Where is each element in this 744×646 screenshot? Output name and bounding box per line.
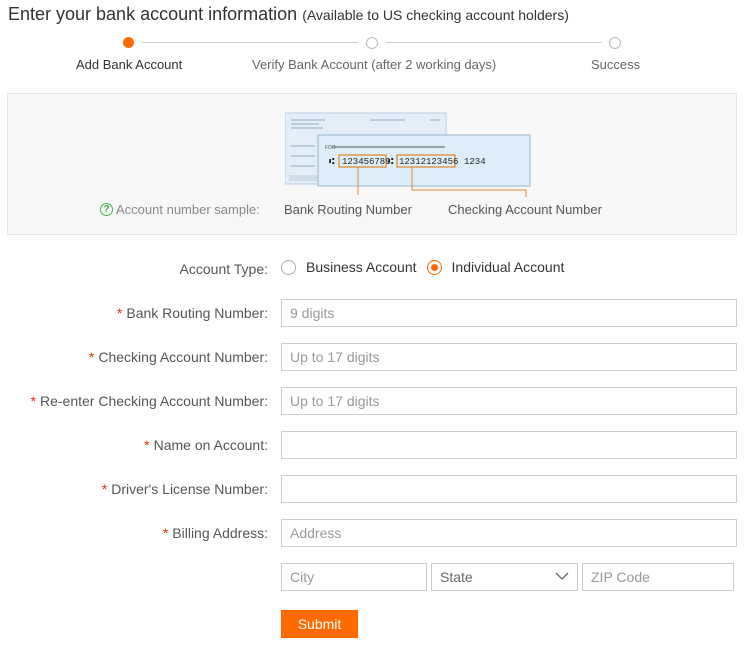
radio-business-account[interactable] xyxy=(281,259,296,275)
city-input[interactable] xyxy=(281,563,427,591)
business-account-label[interactable]: Business Account xyxy=(306,259,417,275)
state-select-value: State xyxy=(440,569,473,585)
billing-address-input[interactable] xyxy=(281,519,737,547)
account-type-radio-group: Business Account Individual Account xyxy=(281,259,574,275)
account-sample-label: ? Account number sample: xyxy=(100,202,260,217)
checking-account-label: * Checking Account Number: xyxy=(89,349,268,365)
required-asterisk: * xyxy=(116,305,123,321)
required-asterisk: * xyxy=(162,525,169,541)
checking-account-input[interactable] xyxy=(281,343,737,371)
svg-text:FOR: FOR xyxy=(325,145,336,151)
account-caption: Checking Account Number xyxy=(448,202,602,217)
reenter-checking-input[interactable] xyxy=(281,387,737,415)
step-dot-verify xyxy=(366,37,378,49)
sample-account-digits: 12312123456 xyxy=(399,157,458,167)
routing-number-input[interactable] xyxy=(281,299,737,327)
checking-account-label-text: Checking Account Number: xyxy=(98,349,268,365)
svg-text:⑆: ⑆ xyxy=(388,157,394,167)
step-dot-success xyxy=(609,37,621,49)
step-label-success: Success xyxy=(591,57,641,72)
sample-check-number: 1234 xyxy=(464,157,486,167)
drivers-license-label: * Driver's License Number: xyxy=(102,481,268,497)
name-on-account-input[interactable] xyxy=(281,431,737,459)
routing-number-label: * Bank Routing Number: xyxy=(117,305,268,321)
account-type-label: Account Type: xyxy=(179,261,268,277)
state-select[interactable]: State xyxy=(431,563,578,591)
sample-check-image: FOR ⑆ 123456789 ⑆ 12312123456 1234 xyxy=(285,112,531,197)
drivers-license-input[interactable] xyxy=(281,475,737,503)
zip-code-input[interactable] xyxy=(582,563,734,591)
billing-address-label: * Billing Address: xyxy=(163,525,268,541)
reenter-checking-label-text: Re-enter Checking Account Number: xyxy=(40,393,268,409)
sample-label-text: Account number sample: xyxy=(116,202,260,217)
account-sample-panel: FOR ⑆ 123456789 ⑆ 12312123456 1234 ? Acc… xyxy=(7,93,737,235)
page-title: Enter your bank account information (Ava… xyxy=(8,4,569,25)
required-asterisk: * xyxy=(101,481,108,497)
radio-individual-account[interactable] xyxy=(426,259,442,275)
step-dot-add-bank xyxy=(123,37,134,48)
sample-routing-digits: 123456789 xyxy=(342,157,391,167)
step-label-add-bank: Add Bank Account xyxy=(76,57,183,72)
page-title-text: Enter your bank account information xyxy=(8,4,298,24)
drivers-license-label-text: Driver's License Number: xyxy=(111,481,268,497)
routing-number-label-text: Bank Routing Number: xyxy=(126,305,268,321)
routing-caption: Bank Routing Number xyxy=(284,202,412,217)
step-connector xyxy=(386,42,602,43)
required-asterisk: * xyxy=(30,393,36,409)
page-subtitle: (Available to US checking account holder… xyxy=(302,7,569,23)
name-on-account-label-text: Name on Account: xyxy=(153,437,268,453)
individual-account-label[interactable]: Individual Account xyxy=(452,259,565,275)
svg-text:⑆: ⑆ xyxy=(329,157,335,167)
required-asterisk: * xyxy=(88,349,95,365)
help-question-icon[interactable]: ? xyxy=(100,203,113,216)
step-label-verify: Verify Bank Account (after 2 working day… xyxy=(252,57,497,72)
name-on-account-label: * Name on Account: xyxy=(144,437,268,453)
chevron-down-icon xyxy=(555,572,569,580)
required-asterisk: * xyxy=(144,437,150,453)
billing-address-label-text: Billing Address: xyxy=(172,525,268,541)
step-connector xyxy=(142,42,358,43)
submit-button[interactable]: Submit xyxy=(281,610,358,638)
reenter-checking-label: * Re-enter Checking Account Number: xyxy=(31,393,268,409)
